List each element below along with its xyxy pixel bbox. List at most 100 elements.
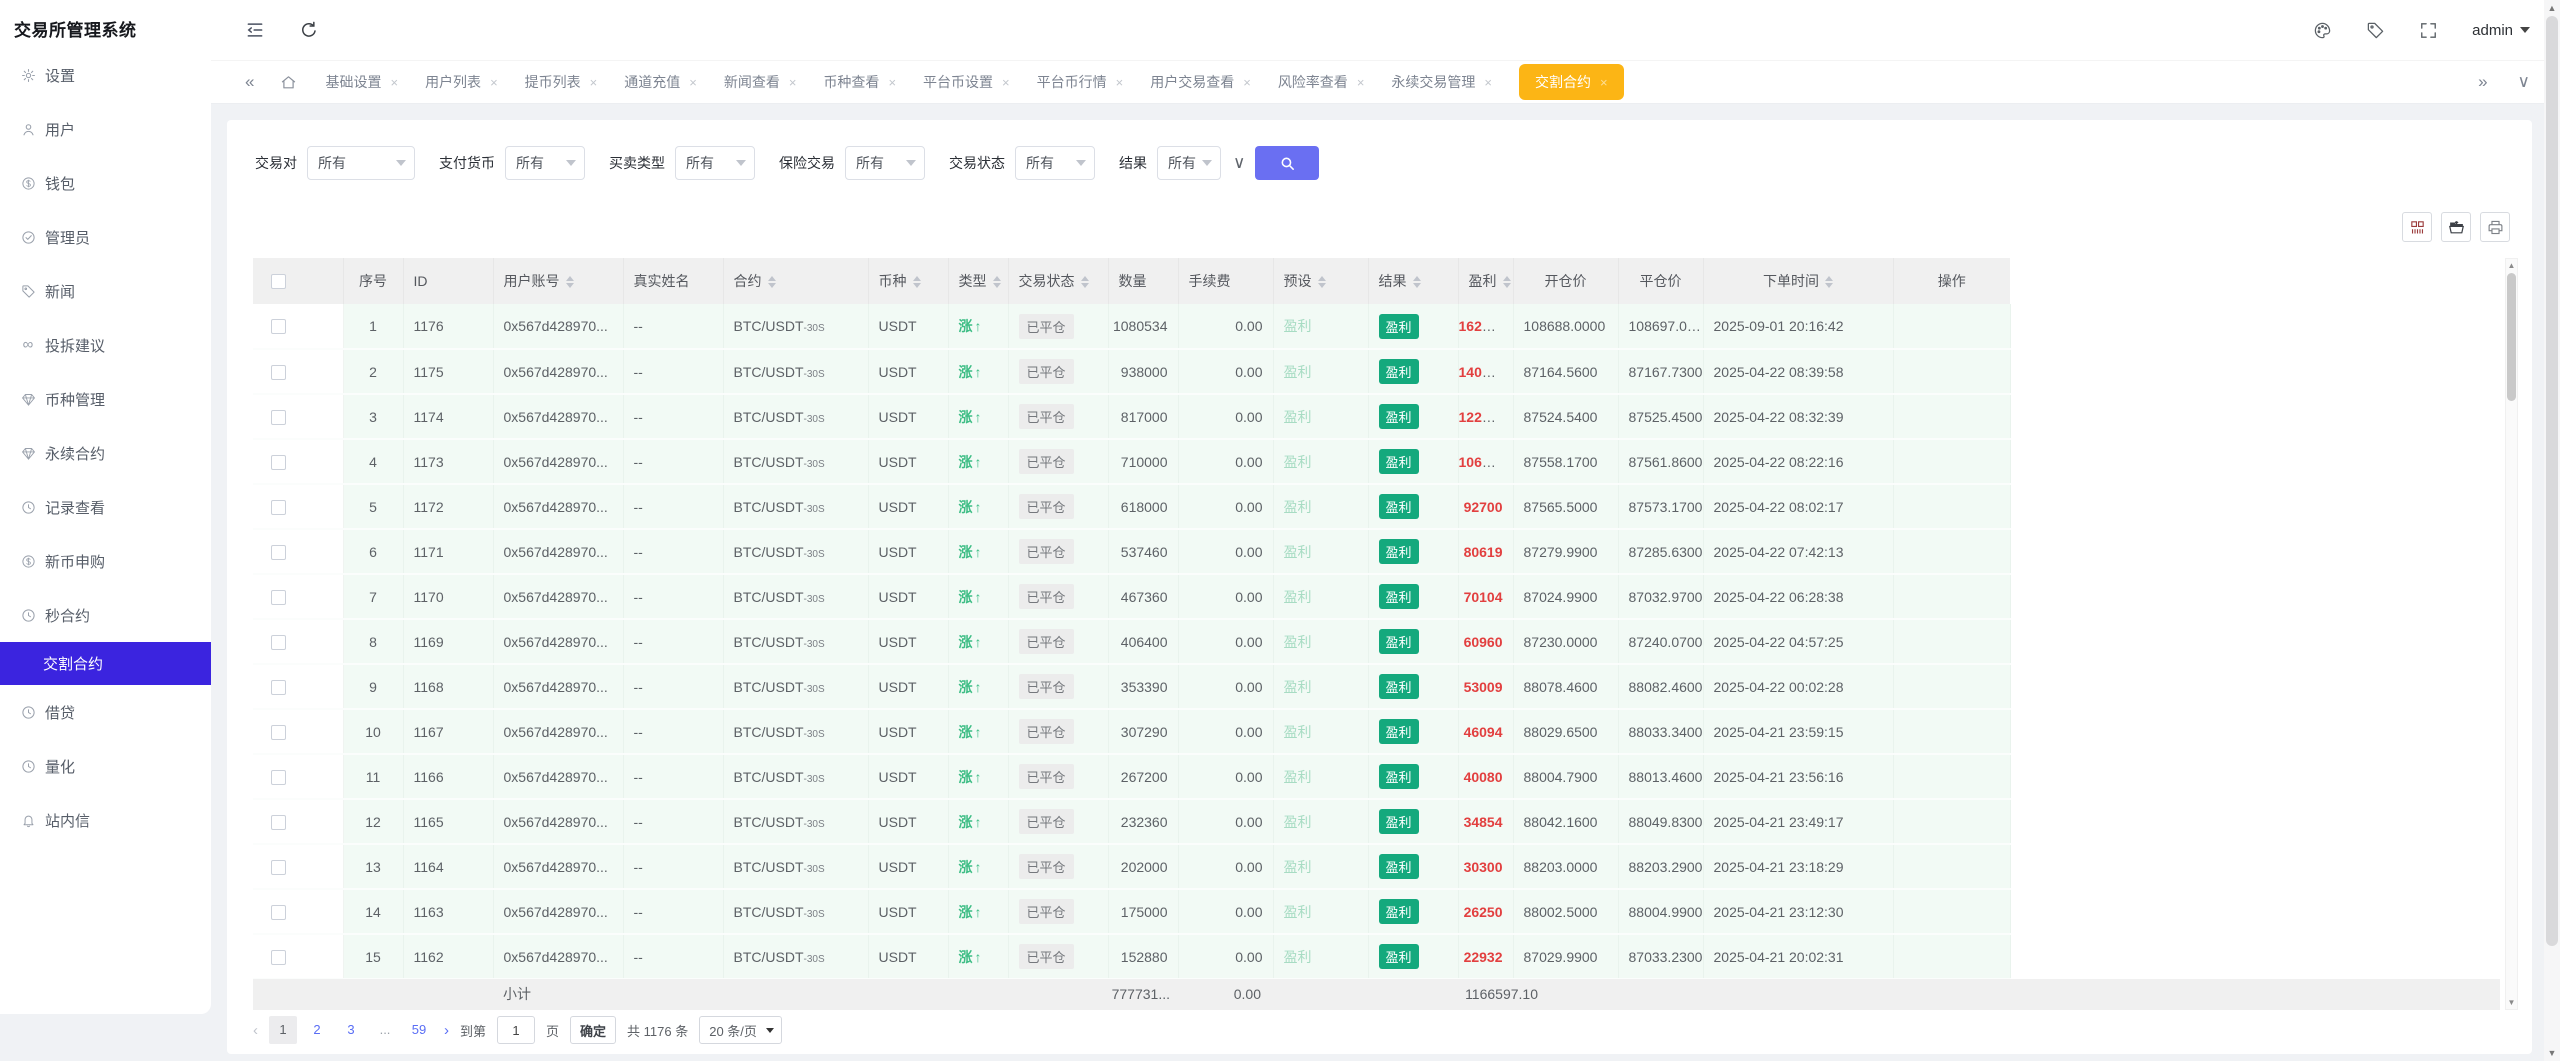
sidebar-item-9[interactable]: 新币申购	[0, 534, 211, 588]
sort-icon[interactable]	[566, 276, 574, 288]
sidebar-item-5[interactable]: ∞投拆建议	[0, 318, 211, 372]
filter-select-4[interactable]: 所有	[1015, 146, 1095, 180]
close-icon[interactable]: ×	[490, 75, 498, 90]
column-header-coin[interactable]: 币种	[868, 258, 948, 304]
column-header-account[interactable]: 用户账号	[493, 258, 623, 304]
sidebar-item-4[interactable]: 新闻	[0, 264, 211, 318]
row-checkbox[interactable]	[271, 500, 286, 515]
row-checkbox[interactable]	[271, 455, 286, 470]
sidebar-item-8[interactable]: 记录查看	[0, 480, 211, 534]
column-header-contract[interactable]: 合约	[723, 258, 868, 304]
sort-icon[interactable]	[913, 276, 921, 288]
sort-icon[interactable]	[1413, 276, 1421, 288]
column-settings-button[interactable]	[2402, 212, 2432, 242]
tab-2[interactable]: 提币列表×	[525, 72, 598, 92]
sidebar-item-14[interactable]: 站内信	[0, 793, 211, 847]
row-checkbox[interactable]	[271, 635, 286, 650]
row-checkbox[interactable]	[271, 770, 286, 785]
pagination-page-59[interactable]: 59	[405, 1016, 433, 1044]
sort-icon[interactable]	[1825, 276, 1833, 288]
refresh-icon[interactable]	[299, 20, 319, 40]
close-icon[interactable]: ×	[888, 75, 896, 90]
sidebar-item-10[interactable]: 秒合约	[0, 588, 211, 642]
filter-select-5[interactable]: 所有	[1157, 146, 1221, 180]
theme-palette-icon[interactable]	[2313, 21, 2332, 40]
print-button[interactable]	[2480, 212, 2510, 242]
row-checkbox[interactable]	[271, 680, 286, 695]
pagination-prev[interactable]: ‹	[253, 1022, 258, 1039]
select-all-checkbox[interactable]	[271, 274, 286, 289]
pagination-page-2[interactable]: 2	[303, 1016, 331, 1044]
page-scrollbar-thumb[interactable]	[2546, 16, 2558, 946]
tabs-menu-icon[interactable]: ∨	[2518, 72, 2530, 92]
search-button[interactable]	[1255, 146, 1319, 180]
sort-icon[interactable]	[1503, 276, 1511, 288]
tag-icon[interactable]	[2366, 21, 2385, 40]
row-checkbox[interactable]	[271, 590, 286, 605]
row-checkbox[interactable]	[271, 860, 286, 875]
sidebar-item-3[interactable]: 管理员	[0, 210, 211, 264]
home-icon[interactable]	[280, 74, 297, 91]
row-checkbox[interactable]	[271, 545, 286, 560]
close-icon[interactable]: ×	[789, 75, 797, 90]
page-scrollbar[interactable]: ▲ ▼	[2544, 0, 2560, 1061]
filter-select-1[interactable]: 所有	[505, 146, 585, 180]
scroll-up-icon[interactable]: ▲	[2506, 261, 2517, 270]
close-icon[interactable]: ×	[1357, 75, 1365, 90]
column-header-preset[interactable]: 预设	[1273, 258, 1368, 304]
row-checkbox[interactable]	[271, 815, 286, 830]
filter-select-3[interactable]: 所有	[845, 146, 925, 180]
scroll-down-icon[interactable]: ▼	[2506, 998, 2517, 1007]
sidebar-item-12[interactable]: 借贷	[0, 685, 211, 739]
column-header-type[interactable]: 类型	[948, 258, 1008, 304]
tab-11-active[interactable]: 交割合约×	[1519, 64, 1624, 100]
scroll-up-icon[interactable]: ▲	[2544, 3, 2560, 13]
fullscreen-icon[interactable]	[2419, 21, 2438, 40]
sort-icon[interactable]	[1081, 276, 1089, 288]
table-scrollbar-thumb[interactable]	[2507, 273, 2516, 401]
row-checkbox[interactable]	[271, 725, 286, 740]
row-checkbox[interactable]	[271, 319, 286, 334]
column-header-result[interactable]: 结果	[1368, 258, 1458, 304]
tab-4[interactable]: 新闻查看×	[724, 72, 797, 92]
sort-icon[interactable]	[993, 276, 1001, 288]
collapse-menu-icon[interactable]	[245, 20, 265, 40]
filter-select-0[interactable]: 所有	[307, 146, 415, 180]
sidebar-item-2[interactable]: 钱包	[0, 156, 211, 210]
sidebar-item-0[interactable]: 设置	[0, 48, 211, 102]
close-icon[interactable]: ×	[1484, 75, 1492, 90]
column-header-profit[interactable]: 盈利	[1458, 258, 1513, 304]
pagination-page-1[interactable]: 1	[269, 1016, 297, 1044]
close-icon[interactable]: ×	[1116, 75, 1124, 90]
sidebar-item-7[interactable]: 永续合约	[0, 426, 211, 480]
goto-confirm-button[interactable]: 确定	[570, 1016, 616, 1044]
page-input[interactable]	[497, 1016, 535, 1044]
table-scrollbar[interactable]: ▲ ▼	[2505, 258, 2518, 1010]
page-size-select[interactable]: 20 条/页	[699, 1016, 782, 1044]
tab-0[interactable]: 基础设置×	[325, 72, 398, 92]
row-checkbox[interactable]	[271, 410, 286, 425]
row-checkbox[interactable]	[271, 365, 286, 380]
close-icon[interactable]: ×	[390, 75, 398, 90]
tabs-scroll-right-icon[interactable]: »	[2478, 72, 2487, 92]
column-header-status[interactable]: 交易状态	[1008, 258, 1108, 304]
tab-3[interactable]: 通道充值×	[624, 72, 697, 92]
tab-8[interactable]: 用户交易查看×	[1150, 72, 1251, 92]
filter-select-2[interactable]: 所有	[675, 146, 755, 180]
tabs-scroll-left-icon[interactable]: «	[245, 72, 254, 92]
sidebar-item-13[interactable]: 量化	[0, 739, 211, 793]
sidebar-item-11-active[interactable]: 交割合约	[0, 642, 211, 685]
close-icon[interactable]: ×	[1002, 75, 1010, 90]
export-button[interactable]	[2441, 212, 2471, 242]
tab-5[interactable]: 币种查看×	[823, 72, 896, 92]
sidebar-item-1[interactable]: 用户	[0, 102, 211, 156]
more-filters-icon[interactable]: ∨	[1233, 153, 1245, 173]
tab-9[interactable]: 风险率查看×	[1278, 72, 1365, 92]
scroll-down-icon[interactable]: ▼	[2544, 1048, 2560, 1058]
row-checkbox[interactable]	[271, 905, 286, 920]
sidebar-item-6[interactable]: 币种管理	[0, 372, 211, 426]
tab-10[interactable]: 永续交易管理×	[1391, 72, 1492, 92]
sort-icon[interactable]	[768, 276, 776, 288]
column-header-time[interactable]: 下单时间	[1703, 258, 1893, 304]
pagination-next[interactable]: ›	[444, 1022, 449, 1039]
